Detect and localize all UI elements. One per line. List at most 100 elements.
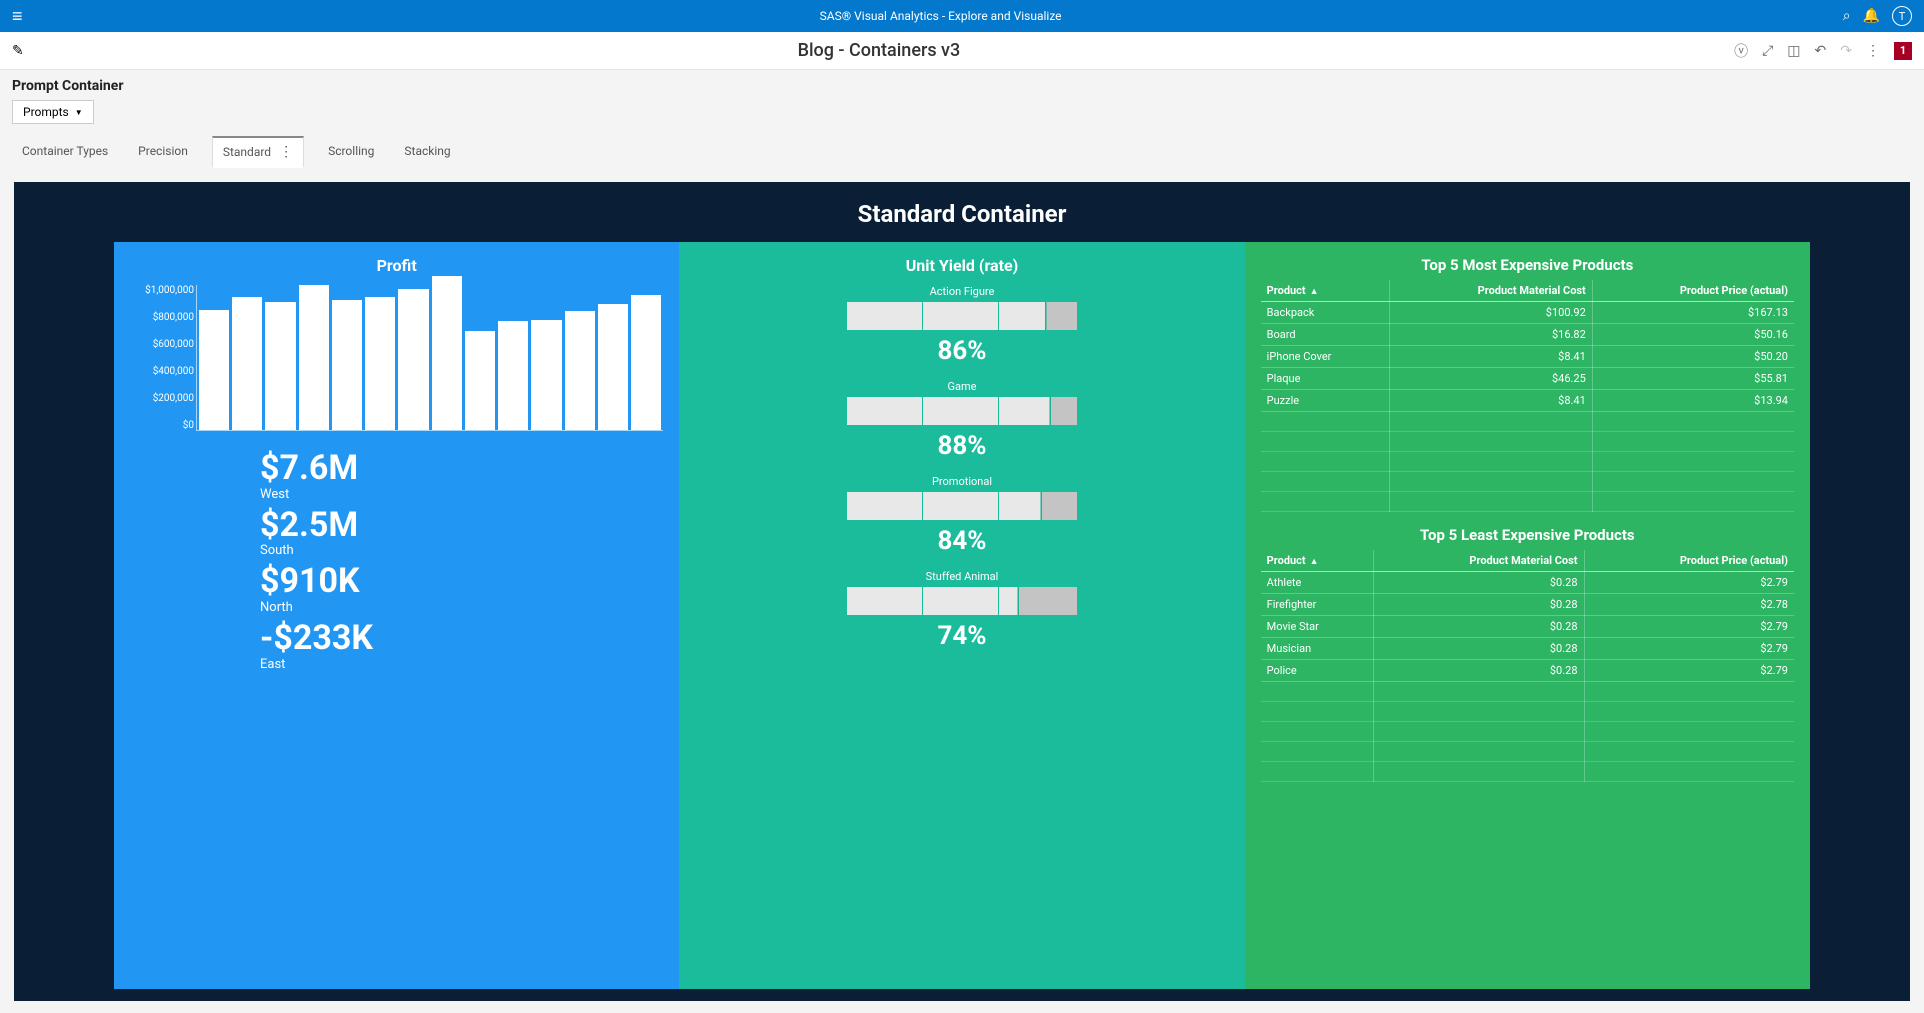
table-row-empty [1261, 702, 1794, 722]
kpi-region: East [260, 657, 663, 672]
kpi: $7.6MWest [260, 451, 663, 502]
panels: Profit $1,000,000$800,000$600,000$400,00… [14, 242, 1910, 1001]
yield-bar [847, 587, 1077, 615]
tab-scrolling[interactable]: Scrolling [322, 136, 380, 168]
kpi-value: $2.5M [260, 508, 663, 544]
y-tick: $200,000 [130, 393, 194, 404]
profit-bar [631, 295, 661, 430]
profit-bar [498, 321, 528, 430]
table-row[interactable]: Musician$0.28$2.79 [1261, 638, 1794, 660]
profit-bar [365, 297, 395, 430]
expensive-title: Top 5 Most Expensive Products [1261, 256, 1794, 274]
table-row[interactable]: Police$0.28$2.79 [1261, 660, 1794, 682]
kpi-region: North [260, 600, 663, 615]
hamburger-icon[interactable]: ≡ [12, 6, 23, 27]
y-tick: $800,000 [130, 312, 194, 323]
panel-icon[interactable]: ◫ [1787, 43, 1800, 59]
yield-panel: Unit Yield (rate) Action Figure86%Game88… [679, 242, 1244, 989]
y-tick: $600,000 [130, 339, 194, 350]
yield-group: Action Figure86%Game88%Promotional84%Stu… [695, 285, 1228, 651]
app-title: SAS® Visual Analytics - Explore and Visu… [39, 9, 1843, 23]
col-header[interactable]: Product Material Cost [1373, 550, 1584, 572]
table-row[interactable]: iPhone Cover$8.41$50.20 [1261, 346, 1794, 368]
table-row-empty [1261, 472, 1794, 492]
table-row-empty [1261, 492, 1794, 512]
table-row-empty [1261, 432, 1794, 452]
yield-label: Action Figure [695, 285, 1228, 298]
kpi-value: $910K [260, 564, 663, 600]
table-row-empty [1261, 742, 1794, 762]
user-avatar[interactable]: T [1892, 6, 1912, 26]
tab-stacking[interactable]: Stacking [398, 136, 456, 168]
kpi: $910KNorth [260, 564, 663, 615]
profit-bar [199, 310, 229, 430]
prompt-title: Prompt Container [12, 78, 1912, 94]
table-row[interactable]: Movie Star$0.28$2.79 [1261, 616, 1794, 638]
col-header[interactable]: Product Price (actual) [1584, 550, 1794, 572]
tab-more-icon[interactable]: ⋮ [279, 144, 293, 160]
cheap-table-block: Top 5 Least Expensive Products Product▲P… [1261, 526, 1794, 782]
page-title: Blog - Containers v3 [24, 40, 1734, 61]
table-row[interactable]: Puzzle$8.41$13.94 [1261, 390, 1794, 412]
cheap-table: Product▲Product Material CostProduct Pri… [1261, 550, 1794, 782]
yield-label: Stuffed Animal [695, 570, 1228, 583]
search-icon[interactable]: ⌕ [1843, 8, 1851, 24]
notif-badge[interactable]: 1 [1894, 42, 1912, 60]
col-header[interactable]: Product▲ [1261, 550, 1374, 572]
more-icon[interactable]: ⋮ [1866, 43, 1880, 59]
yield-item: Action Figure86% [695, 285, 1228, 366]
profit-bars [196, 285, 663, 431]
y-tick: $0 [130, 420, 194, 431]
col-header[interactable]: Product Price (actual) [1592, 280, 1794, 302]
kpi: $2.5MSouth [260, 508, 663, 559]
kpi-region: South [260, 543, 663, 558]
tab-precision[interactable]: Precision [132, 136, 194, 168]
profit-bar [232, 297, 262, 430]
profit-bar [598, 304, 628, 430]
tab-container-types[interactable]: Container Types [16, 136, 114, 168]
tab-standard[interactable]: Standard ⋮ [212, 136, 304, 168]
kpi-value: -$233K [260, 621, 663, 657]
yield-item: Promotional 84% [695, 475, 1228, 556]
table-row[interactable]: Backpack$100.92$167.13 [1261, 302, 1794, 324]
edit-icon[interactable]: ✎ [12, 43, 24, 59]
expand-icon[interactable]: ⤢ [1762, 43, 1773, 59]
profit-title: Profit [130, 256, 663, 275]
yield-pct: 88% [695, 431, 1228, 461]
expensive-table: Product▲Product Material CostProduct Pri… [1261, 280, 1794, 512]
yield-pct: 74% [695, 621, 1228, 651]
col-header[interactable]: Product Material Cost [1390, 280, 1592, 302]
container-title: Standard Container [14, 182, 1910, 242]
table-row[interactable]: Board$16.82$50.16 [1261, 324, 1794, 346]
profit-bar [265, 302, 295, 430]
table-row[interactable]: Plaque$46.25$55.81 [1261, 368, 1794, 390]
redo-icon[interactable]: ↷ [1840, 43, 1852, 59]
table-row[interactable]: Firefighter$0.28$2.78 [1261, 594, 1794, 616]
prompt-section: Prompt Container Prompts [0, 70, 1924, 124]
page-header: ✎ Blog - Containers v3 ⓥ ⤢ ◫ ↶ ↷ ⋮ 1 [0, 32, 1924, 70]
y-tick: $1,000,000 [130, 285, 194, 296]
col-header[interactable]: Product▲ [1261, 280, 1390, 302]
table-row-empty [1261, 762, 1794, 782]
tables-panel: Top 5 Most Expensive Products Product▲Pr… [1245, 242, 1810, 989]
expensive-table-block: Top 5 Most Expensive Products Product▲Pr… [1261, 256, 1794, 512]
prompts-dropdown[interactable]: Prompts [12, 100, 94, 124]
profit-bar [299, 285, 329, 430]
profit-bar [332, 300, 362, 431]
yield-pct: 84% [695, 526, 1228, 556]
standard-container: Standard Container Profit $1,000,000 $800… [14, 182, 1910, 1001]
table-row[interactable]: Athlete$0.28$2.79 [1261, 572, 1794, 594]
yield-label: Promotional [695, 475, 1228, 488]
tab-standard-label: Standard [223, 145, 271, 159]
yield-bar [847, 302, 1077, 330]
profit-bar [531, 320, 561, 430]
bell-icon[interactable]: 🔔 [1863, 8, 1880, 24]
undo-icon[interactable]: ↶ [1815, 43, 1827, 59]
yield-bar [847, 397, 1077, 425]
profit-bar [465, 331, 495, 430]
table-row-empty [1261, 452, 1794, 472]
header-toolbar: ⓥ ⤢ ◫ ↶ ↷ ⋮ 1 [1734, 41, 1912, 61]
table-row-empty [1261, 722, 1794, 742]
cheap-title: Top 5 Least Expensive Products [1261, 526, 1794, 544]
help-icon[interactable]: ⓥ [1734, 41, 1748, 61]
